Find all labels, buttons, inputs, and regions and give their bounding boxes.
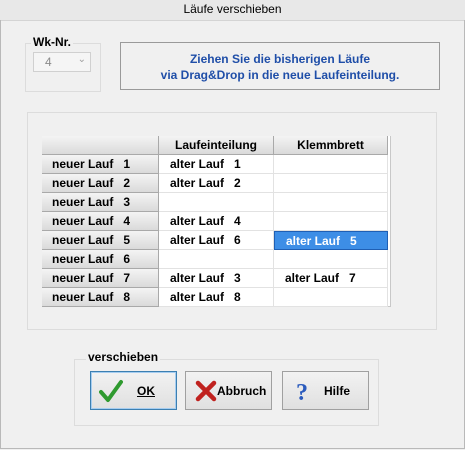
- instruction-line-1: Ziehen Sie die bisherigen Läufe: [189, 52, 371, 66]
- klemmbrett-cell[interactable]: [274, 155, 388, 174]
- klemmbrett-cell[interactable]: [274, 288, 388, 307]
- svg-text:?: ?: [296, 380, 308, 403]
- verschieben-label: verschieben: [86, 350, 161, 364]
- laufeinteilung-cell[interactable]: alter Lauf 1: [159, 155, 274, 174]
- window-title: Läufe verschieben: [0, 0, 465, 21]
- row-header[interactable]: neuer Lauf 3: [42, 193, 159, 212]
- question-icon: ?: [296, 380, 308, 403]
- wk-label: Wk-Nr.: [31, 35, 74, 49]
- klemmbrett-cell[interactable]: [274, 250, 388, 269]
- laufeinteilung-cell[interactable]: alter Lauf 8: [159, 288, 274, 307]
- hilfe-button[interactable]: ? Hilfe: [282, 371, 369, 410]
- row-header[interactable]: neuer Lauf 5: [42, 231, 159, 250]
- grid-corner-header: [42, 136, 159, 155]
- klemmbrett-cell[interactable]: alter Lauf 7: [274, 269, 388, 288]
- laufeinteilung-cell[interactable]: [159, 250, 274, 269]
- abbruch-button[interactable]: Abbruch: [185, 371, 272, 410]
- instruction-box: Ziehen Sie die bisherigen Läufe via Drag…: [120, 42, 440, 90]
- instruction-line-2: via Drag&Drop in die neue Laufeinteilung…: [160, 68, 400, 82]
- lauf-grid[interactable]: Laufeinteilung Klemmbrett neuer Lauf 1 a…: [42, 136, 391, 307]
- column-header-laufeinteilung[interactable]: Laufeinteilung: [159, 136, 274, 155]
- row-header[interactable]: neuer Lauf 4: [42, 212, 159, 231]
- hilfe-label: Hilfe: [324, 384, 351, 398]
- ok-button[interactable]: OK: [90, 371, 177, 410]
- row-header[interactable]: neuer Lauf 6: [42, 250, 159, 269]
- wk-select[interactable]: 4 ⌄: [33, 52, 91, 72]
- row-header[interactable]: neuer Lauf 2: [42, 174, 159, 193]
- chevron-down-icon: ⌄: [77, 54, 86, 65]
- row-header[interactable]: neuer Lauf 1: [42, 155, 159, 174]
- abbruch-label: Abbruch: [217, 384, 267, 398]
- row-header[interactable]: neuer Lauf 7: [42, 269, 159, 288]
- klemmbrett-cell-selected[interactable]: alter Lauf 5: [274, 231, 388, 250]
- column-header-klemmbrett[interactable]: Klemmbrett: [274, 136, 388, 155]
- laufeinteilung-cell[interactable]: alter Lauf 2: [159, 174, 274, 193]
- row-header[interactable]: neuer Lauf 8: [42, 288, 159, 307]
- laufeinteilung-cell[interactable]: alter Lauf 4: [159, 212, 274, 231]
- klemmbrett-cell[interactable]: [274, 193, 388, 212]
- wk-select-value: 4: [45, 55, 52, 69]
- checkmark-icon: [99, 380, 123, 402]
- klemmbrett-cell[interactable]: [274, 212, 388, 231]
- ok-label: OK: [137, 384, 155, 398]
- x-icon: [195, 380, 217, 402]
- klemmbrett-cell[interactable]: [274, 174, 388, 193]
- laufeinteilung-cell[interactable]: alter Lauf 3: [159, 269, 274, 288]
- laufeinteilung-cell[interactable]: [159, 193, 274, 212]
- laufeinteilung-cell[interactable]: alter Lauf 6: [159, 231, 274, 250]
